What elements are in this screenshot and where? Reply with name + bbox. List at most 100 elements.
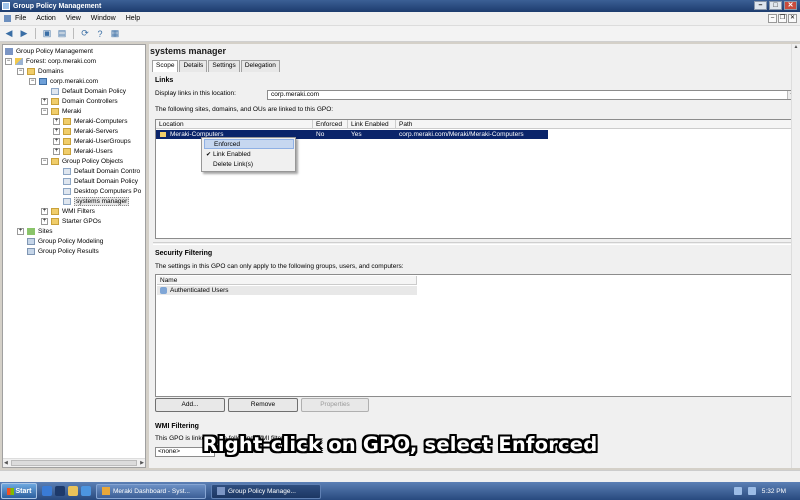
mdi-close-button[interactable]: ✕ <box>788 14 797 23</box>
pane-splitter[interactable] <box>153 242 797 245</box>
tree-item-starter-gpos[interactable]: + Starter GPOs <box>41 216 101 226</box>
tree-item-meraki[interactable]: − Meraki <box>41 106 82 116</box>
report-icon <box>27 247 35 255</box>
security-filtering-list[interactable]: Name Authenticated Users <box>155 274 797 397</box>
back-icon[interactable]: ◀ <box>3 28 15 40</box>
ou-icon <box>63 117 71 125</box>
explorer-icon[interactable] <box>68 486 78 496</box>
collapse-toggle[interactable]: − <box>29 77 36 85</box>
tree-item-domain[interactable]: − corp.meraki.com <box>29 76 98 86</box>
expand-toggle[interactable]: + <box>53 117 60 125</box>
tree-item-meraki-computers[interactable]: + Meraki-Computers <box>53 116 127 126</box>
collapse-toggle[interactable]: − <box>5 57 12 65</box>
list-item[interactable]: Authenticated Users <box>157 286 417 295</box>
volume-icon[interactable] <box>747 487 756 495</box>
users-icon <box>160 287 167 294</box>
scroll-right-icon[interactable]: ▶ <box>140 460 144 466</box>
tree-item-forest[interactable]: − Forest: corp.meraki.com <box>5 56 96 66</box>
menu-item-link-enabled[interactable]: ✔ Link Enabled <box>204 150 294 160</box>
links-location-combo[interactable]: corp.meraki.com ▼ <box>267 90 797 100</box>
tree-item-domain-controllers[interactable]: + Domain Controllers <box>41 96 118 106</box>
start-button[interactable]: Start <box>1 483 37 499</box>
security-description: The settings in this GPO can only apply … <box>155 263 404 270</box>
gpo-link-icon <box>51 87 59 95</box>
help-icon[interactable]: ? <box>94 28 106 40</box>
menu-file[interactable]: File <box>4 15 26 22</box>
expand-toggle[interactable]: + <box>53 127 60 135</box>
tree-item-default-domain-policy-link[interactable]: Default Domain Policy <box>51 86 126 96</box>
tree-item-group-policy-objects[interactable]: − Group Policy Objects <box>41 156 123 166</box>
tab-details[interactable]: Details <box>179 60 208 72</box>
taskbar-item-group-policy[interactable]: Group Policy Manage... <box>211 483 321 499</box>
column-location[interactable]: Location <box>156 120 313 129</box>
scroll-up-icon[interactable]: ▲ <box>792 44 800 52</box>
tree-item-meraki-usergroups[interactable]: + Meraki-UserGroups <box>53 136 131 146</box>
maximize-button[interactable]: □ <box>769 1 782 10</box>
vertical-scrollbar[interactable]: ▲ <box>791 44 800 468</box>
server-manager-icon[interactable] <box>42 486 52 496</box>
tree-horizontal-scrollbar[interactable]: ◀ ▶ <box>3 458 145 467</box>
minimize-button[interactable]: – <box>754 1 767 10</box>
expand-toggle[interactable]: + <box>53 137 60 145</box>
tree-item-domains[interactable]: − Domains <box>17 66 64 76</box>
collapse-toggle[interactable]: − <box>41 107 48 115</box>
gpo-icon <box>63 187 71 195</box>
folder-icon <box>51 207 59 215</box>
expand-toggle[interactable]: + <box>41 207 48 215</box>
network-icon[interactable] <box>733 487 742 495</box>
tab-settings[interactable]: Settings <box>208 60 240 72</box>
tree-item-sites[interactable]: + Sites <box>17 226 52 236</box>
tree-item-group-policy-results[interactable]: Group Policy Results <box>27 246 99 256</box>
up-folder-icon[interactable]: ▣ <box>41 28 53 40</box>
tree-item-wmi-filters[interactable]: + WMI Filters <box>41 206 95 216</box>
menu-item-enforced[interactable]: Enforced <box>204 139 294 149</box>
expand-toggle[interactable]: + <box>53 147 60 155</box>
title-bar: Group Policy Management – □ ✕ <box>0 0 800 12</box>
tree-item-gpo-default-domain-policy[interactable]: Default Domain Policy <box>63 176 138 186</box>
tree-item-gpo-default-domain-controllers[interactable]: Default Domain Contro <box>63 166 140 176</box>
console-icon[interactable]: ▦ <box>109 28 121 40</box>
collapse-toggle[interactable]: − <box>17 67 24 75</box>
remove-button[interactable]: Remove <box>228 398 298 412</box>
powershell-icon[interactable] <box>55 486 65 496</box>
tree-item-gpo-systems-manager[interactable]: systems manager <box>63 196 130 206</box>
menu-window[interactable]: Window <box>91 15 116 22</box>
menu-action[interactable]: Action <box>36 15 55 22</box>
expand-toggle[interactable]: + <box>41 217 48 225</box>
menu-help[interactable]: Help <box>126 15 140 22</box>
add-button[interactable]: Add... <box>155 398 225 412</box>
clock[interactable]: 5:32 PM <box>762 488 786 495</box>
mdi-restore-button[interactable]: ❐ <box>778 14 787 23</box>
scrollbar-thumb[interactable] <box>10 460 138 466</box>
forest-icon <box>15 57 23 65</box>
folder-icon <box>27 67 35 75</box>
tree-item-gpo-desktop-computers[interactable]: Desktop Computers Po <box>63 186 141 196</box>
collapse-toggle[interactable]: − <box>41 157 48 165</box>
console-tree[interactable]: Group Policy Management − Forest: corp.me… <box>2 44 146 468</box>
system-menu-icon[interactable] <box>4 15 11 22</box>
refresh-icon[interactable]: ⟳ <box>79 28 91 40</box>
tab-scope[interactable]: Scope <box>152 60 179 72</box>
tab-delegation[interactable]: Delegation <box>240 60 280 72</box>
close-button[interactable]: ✕ <box>784 1 797 10</box>
properties-button[interactable]: Properties <box>301 398 369 412</box>
expand-toggle[interactable]: + <box>41 97 48 105</box>
menu-item-delete-links[interactable]: Delete Link(s) <box>204 160 294 170</box>
column-enforced[interactable]: Enforced <box>313 120 348 129</box>
taskbar-item-meraki-dashboard[interactable]: Meraki Dashboard - Syst... <box>96 483 206 499</box>
tree-item-meraki-servers[interactable]: + Meraki-Servers <box>53 126 118 136</box>
column-name[interactable]: Name <box>157 276 417 285</box>
internet-explorer-icon[interactable] <box>81 486 91 496</box>
menu-view[interactable]: View <box>66 15 81 22</box>
show-hide-tree-icon[interactable]: ▤ <box>56 28 68 40</box>
forward-icon[interactable]: ▶ <box>18 28 30 40</box>
gpo-icon <box>63 197 71 205</box>
expand-toggle[interactable]: + <box>17 227 24 235</box>
column-path[interactable]: Path <box>396 120 796 129</box>
column-link-enabled[interactable]: Link Enabled <box>348 120 396 129</box>
tree-item-group-policy-management[interactable]: Group Policy Management <box>5 46 93 56</box>
mdi-minimize-button[interactable]: – <box>768 14 777 23</box>
scroll-left-icon[interactable]: ◀ <box>4 460 8 466</box>
tree-item-meraki-users[interactable]: + Meraki-Users <box>53 146 113 156</box>
tree-item-group-policy-modeling[interactable]: Group Policy Modeling <box>27 236 103 246</box>
